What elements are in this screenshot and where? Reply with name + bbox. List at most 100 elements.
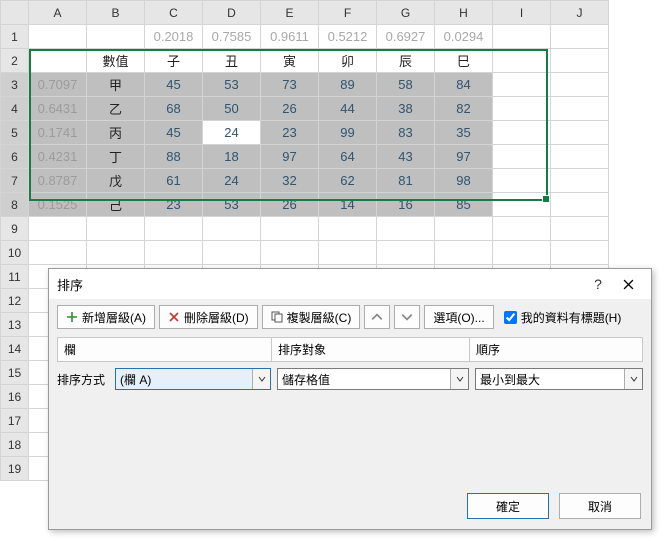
row-head-13[interactable]: 13 bbox=[1, 313, 29, 337]
ok-button[interactable]: 確定 bbox=[467, 493, 549, 519]
active-cell[interactable]: 24 bbox=[203, 121, 261, 145]
sort-on-dropdown[interactable]: 儲存格值 bbox=[277, 368, 469, 390]
select-all-corner[interactable] bbox=[1, 1, 29, 25]
cell[interactable]: 38 bbox=[377, 97, 435, 121]
cell[interactable] bbox=[493, 169, 551, 193]
options-button[interactable]: 選項(O)... bbox=[424, 305, 493, 329]
row-head-19[interactable]: 19 bbox=[1, 457, 29, 481]
col-head-B[interactable]: B bbox=[87, 1, 145, 25]
cell[interactable]: 98 bbox=[435, 169, 493, 193]
col-head-E[interactable]: E bbox=[261, 1, 319, 25]
cell[interactable]: 97 bbox=[435, 145, 493, 169]
cell[interactable]: 53 bbox=[203, 193, 261, 217]
cell[interactable]: 26 bbox=[261, 97, 319, 121]
cell[interactable]: 62 bbox=[319, 169, 377, 193]
cell[interactable]: 丁 bbox=[87, 145, 145, 169]
cell[interactable]: 88 bbox=[145, 145, 203, 169]
cell[interactable]: 0.5212 bbox=[319, 25, 377, 49]
cell[interactable]: 辰 bbox=[377, 49, 435, 73]
has-header-checkbox[interactable]: 我的資料有標題(H) bbox=[504, 309, 622, 326]
cell[interactable]: 45 bbox=[145, 121, 203, 145]
row-head-10[interactable]: 10 bbox=[1, 241, 29, 265]
cell[interactable] bbox=[29, 49, 87, 73]
cell[interactable]: 己 bbox=[87, 193, 145, 217]
dialog-titlebar[interactable]: 排序 ? bbox=[49, 269, 651, 299]
cell[interactable]: 83 bbox=[377, 121, 435, 145]
cell[interactable]: 45 bbox=[145, 73, 203, 97]
cell[interactable]: 0.6927 bbox=[377, 25, 435, 49]
cell[interactable]: 寅 bbox=[261, 49, 319, 73]
cell[interactable]: 18 bbox=[203, 145, 261, 169]
row-head-8[interactable]: 8 bbox=[1, 193, 29, 217]
cell[interactable]: 23 bbox=[261, 121, 319, 145]
copy-level-button[interactable]: 複製層級(C) bbox=[262, 305, 361, 329]
row-head-1[interactable]: 1 bbox=[1, 25, 29, 49]
cell[interactable]: 64 bbox=[319, 145, 377, 169]
cell[interactable] bbox=[493, 145, 551, 169]
col-head-G[interactable]: G bbox=[377, 1, 435, 25]
cell[interactable]: 0.1525 bbox=[29, 193, 87, 217]
cell[interactable] bbox=[551, 193, 609, 217]
cell[interactable]: 甲 bbox=[87, 73, 145, 97]
cell[interactable] bbox=[551, 121, 609, 145]
row-head-18[interactable]: 18 bbox=[1, 433, 29, 457]
cell[interactable]: 50 bbox=[203, 97, 261, 121]
cell[interactable]: 26 bbox=[261, 193, 319, 217]
cell[interactable]: 35 bbox=[435, 121, 493, 145]
cell[interactable] bbox=[551, 49, 609, 73]
cell[interactable]: 數值 bbox=[87, 49, 145, 73]
add-level-button[interactable]: 新增層級(A) bbox=[57, 305, 155, 329]
dropdown-caret[interactable] bbox=[252, 369, 270, 389]
cell[interactable]: 73 bbox=[261, 73, 319, 97]
sort-column-dropdown[interactable]: (欄 A) bbox=[115, 368, 271, 390]
cell[interactable]: 53 bbox=[203, 73, 261, 97]
row-head-5[interactable]: 5 bbox=[1, 121, 29, 145]
cell[interactable]: 乙 bbox=[87, 97, 145, 121]
cell[interactable] bbox=[493, 121, 551, 145]
cell[interactable] bbox=[551, 97, 609, 121]
cell[interactable]: 99 bbox=[319, 121, 377, 145]
row-head-16[interactable]: 16 bbox=[1, 385, 29, 409]
cell[interactable]: 84 bbox=[435, 73, 493, 97]
cell[interactable]: 85 bbox=[435, 193, 493, 217]
cell[interactable]: 0.6431 bbox=[29, 97, 87, 121]
move-up-button[interactable] bbox=[364, 305, 390, 329]
cell[interactable]: 子 bbox=[145, 49, 203, 73]
row-head-11[interactable]: 11 bbox=[1, 265, 29, 289]
cell[interactable]: 14 bbox=[319, 193, 377, 217]
delete-level-button[interactable]: 刪除層級(D) bbox=[159, 305, 258, 329]
cell[interactable]: 58 bbox=[377, 73, 435, 97]
cell[interactable]: 43 bbox=[377, 145, 435, 169]
cell[interactable] bbox=[551, 169, 609, 193]
row-head-4[interactable]: 4 bbox=[1, 97, 29, 121]
cell[interactable] bbox=[493, 97, 551, 121]
cell[interactable]: 61 bbox=[145, 169, 203, 193]
cell[interactable]: 16 bbox=[377, 193, 435, 217]
cell[interactable]: 巳 bbox=[435, 49, 493, 73]
cell[interactable]: 23 bbox=[145, 193, 203, 217]
col-head-A[interactable]: A bbox=[29, 1, 87, 25]
row-head-17[interactable]: 17 bbox=[1, 409, 29, 433]
col-head-J[interactable]: J bbox=[551, 1, 609, 25]
row-head-9[interactable]: 9 bbox=[1, 217, 29, 241]
has-header-input[interactable] bbox=[504, 311, 517, 324]
cell[interactable]: 44 bbox=[319, 97, 377, 121]
cell[interactable]: 82 bbox=[435, 97, 493, 121]
cell[interactable] bbox=[493, 193, 551, 217]
cell[interactable]: 0.4231 bbox=[29, 145, 87, 169]
dropdown-caret[interactable] bbox=[624, 369, 642, 389]
cell[interactable] bbox=[493, 49, 551, 73]
cell[interactable]: 24 bbox=[203, 169, 261, 193]
cell[interactable]: 81 bbox=[377, 169, 435, 193]
cell[interactable] bbox=[87, 25, 145, 49]
cell[interactable] bbox=[551, 73, 609, 97]
cell[interactable]: 68 bbox=[145, 97, 203, 121]
cell[interactable]: 0.9611 bbox=[261, 25, 319, 49]
cell[interactable]: 0.2018 bbox=[145, 25, 203, 49]
help-button[interactable]: ? bbox=[583, 273, 613, 295]
cell[interactable]: 0.7585 bbox=[203, 25, 261, 49]
cell[interactable]: 卯 bbox=[319, 49, 377, 73]
row-head-15[interactable]: 15 bbox=[1, 361, 29, 385]
dropdown-caret[interactable] bbox=[450, 369, 468, 389]
cell[interactable] bbox=[493, 73, 551, 97]
